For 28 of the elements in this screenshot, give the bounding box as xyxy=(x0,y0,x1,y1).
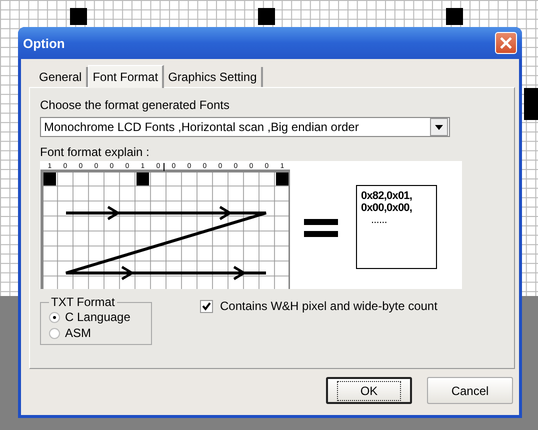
radio-button[interactable] xyxy=(49,312,60,322)
pixel-cell xyxy=(258,8,275,25)
close-icon xyxy=(500,37,512,49)
group-title: TXT Format xyxy=(50,295,116,309)
cancel-button[interactable]: Cancel xyxy=(427,377,513,404)
pixel-cell xyxy=(276,172,288,186)
close-button[interactable] xyxy=(495,32,517,54)
window-title: Option xyxy=(23,36,65,50)
pixel-cell xyxy=(44,172,56,186)
format-dropdown[interactable]: Monochrome LCD Fonts ,Horizontal scan ,Big endian order xyxy=(40,117,450,137)
explain-label: Font format explain : xyxy=(40,145,150,160)
tab[interactable]: Font Format xyxy=(88,65,164,88)
pixel-cell xyxy=(136,172,149,186)
wh-checkbox-option[interactable]: Contains W&H pixel and wide-byte count xyxy=(200,299,438,313)
radio-option[interactable]: ASM xyxy=(49,325,143,341)
output-line: 0x82,0x01, xyxy=(361,190,414,202)
ok-button[interactable]: OK xyxy=(326,377,412,404)
radio-button[interactable] xyxy=(49,328,60,338)
radio-option[interactable]: C Language xyxy=(49,309,143,325)
equals-icon xyxy=(304,219,338,237)
pixel-cell xyxy=(70,8,87,25)
output-line: 0x00,0x00, xyxy=(361,202,414,214)
pixel-cell xyxy=(446,8,463,25)
pixel-cell xyxy=(524,88,538,120)
output-line: ...... xyxy=(370,214,388,226)
checkbox[interactable] xyxy=(200,300,213,312)
dropdown-arrow-icon xyxy=(435,124,443,130)
format-label: Choose the format generated Fonts xyxy=(40,98,230,113)
